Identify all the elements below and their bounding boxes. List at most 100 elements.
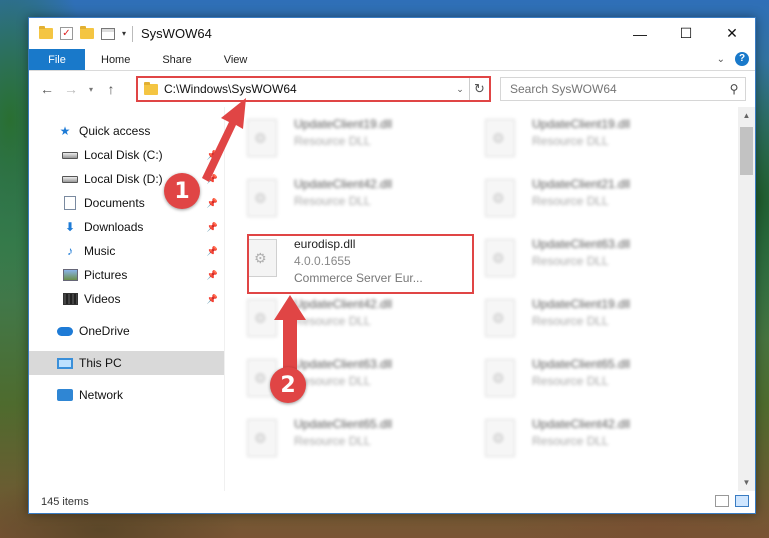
hard-drive-icon xyxy=(62,148,78,162)
dll-file-icon xyxy=(485,179,515,217)
file-name: UpdateClient42.dll xyxy=(294,297,393,311)
vertical-scrollbar[interactable]: ▲ ▼ xyxy=(738,107,755,491)
document-icon xyxy=(62,196,78,210)
file-item[interactable]: UpdateClient63.dll Resource DLL xyxy=(225,349,455,405)
details-view-icon[interactable] xyxy=(715,495,729,507)
search-box[interactable]: ⚲ xyxy=(500,77,746,101)
download-arrow-icon: ⬇ xyxy=(64,220,76,234)
file-description: Resource DLL xyxy=(294,434,371,448)
search-icon[interactable]: ⚲ xyxy=(723,82,745,96)
file-item[interactable]: UpdateClient42.dll Resource DLL xyxy=(463,409,693,465)
tiles-view-icon[interactable] xyxy=(735,495,749,507)
expand-ribbon-chevron-icon[interactable]: ⌄ xyxy=(717,54,725,65)
file-name: UpdateClient63.dll xyxy=(294,357,393,371)
network-icon xyxy=(57,388,73,402)
close-button[interactable]: ✕ xyxy=(709,18,755,49)
new-folder-icon[interactable] xyxy=(80,26,94,39)
file-description: Resource DLL xyxy=(294,134,371,148)
file-name: UpdateClient19.dll xyxy=(532,297,631,311)
pin-icon[interactable]: 📌 xyxy=(207,270,218,281)
properties-icon[interactable] xyxy=(101,27,115,40)
ribbon-tabs: File Home Share View ⌄ ? xyxy=(29,49,755,71)
sidebar-item-label: Downloads xyxy=(84,220,144,234)
dll-file-icon xyxy=(247,119,277,157)
tab-share[interactable]: Share xyxy=(146,49,207,70)
tab-view[interactable]: View xyxy=(208,49,264,70)
pin-icon[interactable]: 📌 xyxy=(207,246,218,257)
file-description: Resource DLL xyxy=(532,434,609,448)
help-icon[interactable]: ? xyxy=(735,52,749,66)
file-name: UpdateClient42.dll xyxy=(294,177,393,191)
item-count: 145 items xyxy=(41,496,89,508)
scroll-down-arrow-icon[interactable]: ▼ xyxy=(738,474,755,491)
dll-file-icon xyxy=(485,359,515,397)
dll-file-icon xyxy=(247,179,277,217)
file-item[interactable]: UpdateClient42.dll Resource DLL xyxy=(225,169,455,225)
hard-drive-icon xyxy=(62,172,78,186)
navigation-bar: ← → ▾ ↑ C:\Windows\SysWOW64 ⌄ ↻ ⚲ xyxy=(29,71,755,107)
file-item[interactable]: UpdateClient19.dll Resource DLL xyxy=(463,109,693,165)
sidebar-item-local-disk-c[interactable]: Local Disk (C:) 📌 xyxy=(29,143,224,167)
dll-file-icon xyxy=(485,239,515,277)
dll-file-icon xyxy=(485,299,515,337)
file-description: Resource DLL xyxy=(294,314,371,328)
up-arrow-icon[interactable]: ↑ xyxy=(99,81,123,97)
back-arrow-icon[interactable]: ← xyxy=(35,81,59,97)
refresh-icon[interactable]: ↻ xyxy=(469,78,489,100)
ribbon-right-controls: ⌄ ? xyxy=(717,52,749,66)
dll-file-icon xyxy=(485,419,515,457)
sidebar-item-network[interactable]: Network xyxy=(29,383,224,407)
file-name: UpdateClient42.dll xyxy=(532,417,631,431)
address-bar[interactable]: C:\Windows\SysWOW64 ⌄ ↻ xyxy=(136,76,491,102)
pin-icon[interactable]: 📌 xyxy=(207,294,218,305)
dll-file-icon xyxy=(247,299,277,337)
sidebar-item-label: Documents xyxy=(84,196,145,210)
sidebar-item-label: This PC xyxy=(79,356,122,370)
file-description: Resource DLL xyxy=(532,314,609,328)
sidebar-item-label: Network xyxy=(79,388,124,402)
window-title: SysWOW64 xyxy=(141,26,212,41)
search-input[interactable] xyxy=(510,82,723,96)
dll-file-icon xyxy=(247,419,277,457)
pictures-icon xyxy=(62,268,78,282)
sidebar-item-quick-access[interactable]: ★ Quick access xyxy=(29,119,224,143)
file-item[interactable]: UpdateClient19.dll Resource DLL xyxy=(225,109,455,165)
sidebar-item-label: Local Disk (D:) xyxy=(84,172,163,186)
minimize-button[interactable]: — xyxy=(617,18,663,49)
sidebar-item-onedrive[interactable]: OneDrive xyxy=(29,319,224,343)
scroll-up-arrow-icon[interactable]: ▲ xyxy=(738,107,755,124)
sidebar-item-label: Videos xyxy=(84,292,121,306)
pin-icon[interactable]: 📌 xyxy=(207,222,218,233)
film-strip-icon xyxy=(62,292,78,306)
sidebar-item-label: Pictures xyxy=(84,268,128,282)
sidebar-item-label: OneDrive xyxy=(79,324,130,338)
sidebar-item-music[interactable]: ♪ Music 📌 xyxy=(29,239,224,263)
maximize-button[interactable]: ☐ xyxy=(663,18,709,49)
file-item[interactable]: UpdateClient21.dll Resource DLL xyxy=(463,169,693,225)
tab-home[interactable]: Home xyxy=(85,49,146,70)
file-item[interactable]: UpdateClient19.dll Resource DLL xyxy=(463,289,693,345)
sidebar-item-this-pc[interactable]: This PC xyxy=(29,351,224,375)
file-list: UpdateClient19.dll Resource DLL UpdateCl… xyxy=(224,107,755,491)
file-item[interactable]: UpdateClient63.dll Resource DLL xyxy=(463,229,693,285)
properties-check-icon[interactable]: ✓ xyxy=(60,27,73,40)
address-history-chevron-icon[interactable]: ⌄ xyxy=(451,84,469,95)
explorer-body: ★ Quick access Local Disk (C:) 📌 Local D… xyxy=(29,107,755,491)
file-item[interactable]: UpdateClient65.dll Resource DLL xyxy=(225,409,455,465)
address-path[interactable]: C:\Windows\SysWOW64 xyxy=(164,82,451,96)
pin-icon[interactable]: 📌 xyxy=(207,174,218,185)
sidebar-item-downloads[interactable]: ⬇ Downloads 📌 xyxy=(29,215,224,239)
file-description: Resource DLL xyxy=(532,374,609,388)
pin-icon[interactable]: 📌 xyxy=(207,150,218,161)
recent-locations-chevron-icon[interactable]: ▾ xyxy=(83,85,99,94)
scroll-thumb[interactable] xyxy=(740,127,753,175)
file-item[interactable]: UpdateClient65.dll Resource DLL xyxy=(463,349,693,405)
file-item[interactable]: UpdateClient42.dll Resource DLL xyxy=(225,289,455,345)
title-bar: ✓ ▾ SysWOW64 — ☐ ✕ xyxy=(29,18,755,49)
sidebar-item-pictures[interactable]: Pictures 📌 xyxy=(29,263,224,287)
forward-arrow-icon[interactable]: → xyxy=(59,81,83,97)
sidebar-item-videos[interactable]: Videos 📌 xyxy=(29,287,224,311)
pin-icon[interactable]: 📌 xyxy=(207,198,218,209)
customize-toolbar-chevron-icon[interactable]: ▾ xyxy=(122,29,126,38)
tab-file[interactable]: File xyxy=(29,49,85,70)
